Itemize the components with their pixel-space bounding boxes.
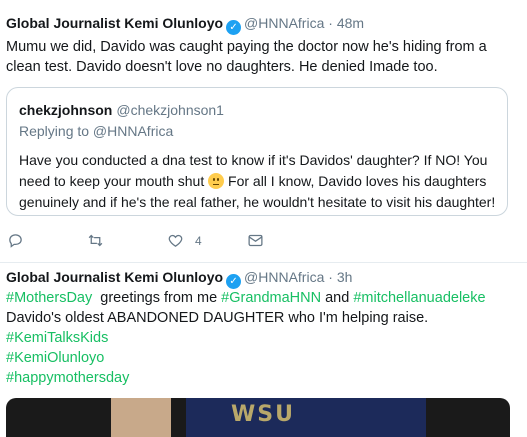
hashtag-link[interactable]: #happymothersday <box>6 370 129 386</box>
author-handle[interactable]: @HNNAfrica <box>244 269 324 285</box>
hashtag-link[interactable]: #GrandmaHNN <box>221 290 321 306</box>
author-name[interactable]: Global Journalist Kemi Olunloyo <box>6 15 223 31</box>
tweet-timestamp[interactable]: · 48m <box>328 15 364 31</box>
quoted-author: chekzjohnson @chekzjohnson1 <box>19 101 224 119</box>
tweet-text-line: Davido's oldest ABANDONED DAUGHTER who I… <box>6 310 429 326</box>
hashtag-link[interactable]: #mitchellanuadeleke <box>353 290 485 306</box>
tweet-header: Global Journalist Kemi Olunloyo ✓ @HNNAfri… <box>6 14 364 35</box>
like-button[interactable]: 4 <box>167 232 202 250</box>
tweet-text: Mumu we did, Davido was caught paying th… <box>6 39 487 75</box>
retweet-button[interactable] <box>87 232 104 250</box>
direct-message-button[interactable] <box>247 232 264 250</box>
neutral-face-emoji-icon <box>208 173 225 189</box>
reply-icon <box>9 234 22 248</box>
verified-badge-icon: ✓ <box>226 274 242 289</box>
author-handle[interactable]: @HNNAfrica <box>244 15 324 31</box>
photo-shirt-print: WSU <box>231 402 295 427</box>
heart-icon <box>168 234 183 247</box>
quoted-author-handle: @chekzjohnson1 <box>116 102 224 118</box>
tweet-text: #MothersDay greetings from me #GrandmaHN… <box>6 288 518 388</box>
tweet-2[interactable]: Global Journalist Kemi Olunloyo ✓ @HNNAfri… <box>0 263 527 437</box>
photo-detail <box>186 398 426 437</box>
author-name[interactable]: Global Journalist Kemi Olunloyo <box>6 269 223 285</box>
envelope-icon <box>248 234 263 247</box>
tweet-media-photo[interactable]: WSU <box>6 398 510 437</box>
tweet-header: Global Journalist Kemi Olunloyo ✓ @HNNAfri… <box>6 268 352 289</box>
quoted-author-name: chekzjohnson <box>19 102 113 118</box>
replying-to: Replying to @HNNAfrica <box>19 123 174 139</box>
reply-button[interactable] <box>7 232 24 250</box>
tweet-1[interactable]: Global Journalist Kemi Olunloyo ✓ @HNNAfri… <box>0 0 527 263</box>
hashtag-link[interactable]: #KemiTalksKids <box>6 330 108 346</box>
tweet-text-fragment: greetings from me <box>92 290 222 306</box>
quoted-tweet[interactable]: chekzjohnson @chekzjohnson1 Replying to @… <box>6 87 508 216</box>
photo-detail <box>111 398 171 437</box>
quoted-text: Have you conducted a dna test to know if… <box>19 150 503 213</box>
tweet-text-fragment: and <box>321 290 354 306</box>
retweet-icon <box>88 234 103 247</box>
like-count: 4 <box>195 234 202 248</box>
verified-badge-icon: ✓ <box>226 20 242 35</box>
tweet-timestamp[interactable]: · 3h <box>328 269 352 285</box>
hashtag-link[interactable]: #KemiOlunloyo <box>6 350 104 366</box>
hashtag-link[interactable]: #MothersDay <box>6 290 92 306</box>
